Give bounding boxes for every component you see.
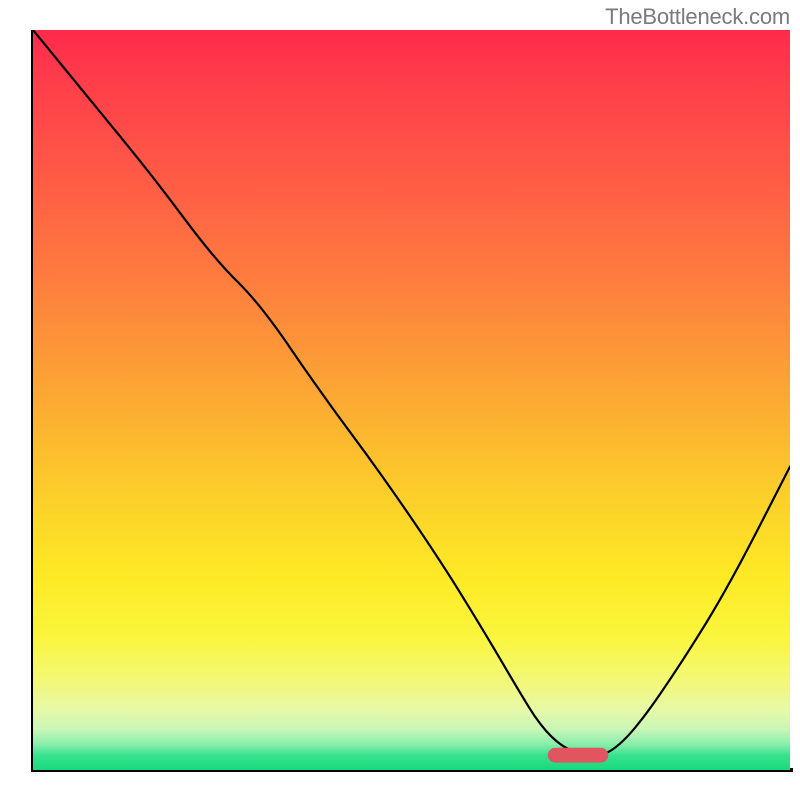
chart-svg [33, 30, 790, 770]
bottleneck-curve [33, 30, 790, 755]
chart-container: TheBottleneck.com [0, 0, 800, 800]
attribution-text: TheBottleneck.com [605, 4, 790, 30]
plot-area [33, 30, 790, 770]
target-band-marker [548, 748, 609, 763]
